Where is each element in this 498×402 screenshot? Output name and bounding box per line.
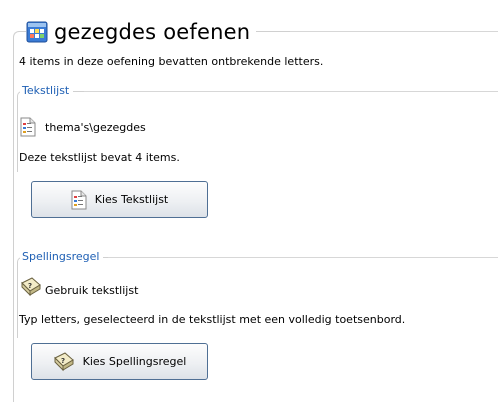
- choose-spelling-rule-label: Kies Spellingsregel: [82, 355, 187, 368]
- wordlist-info: Deze tekstlijst bevat 4 items.: [19, 151, 180, 164]
- wordlist-group-title: Tekstlijst: [20, 84, 74, 97]
- spelling-rule-name: Gebruik tekstlijst: [45, 284, 139, 297]
- exercise-summary: 4 items in deze oefening bevatten ontbre…: [19, 55, 324, 68]
- question-book-icon: ?: [20, 277, 42, 297]
- choose-wordlist-label: Kies Tekstlijst: [94, 193, 169, 206]
- title-separator: [290, 31, 498, 32]
- app-grid-icon: [26, 21, 48, 43]
- svg-text:?: ?: [28, 282, 32, 290]
- spelling-group-title: Spellingsregel: [20, 250, 104, 263]
- text-list-icon: [71, 190, 87, 210]
- spelling-rule-description: Typ letters, geselecteerd in de tekstlij…: [19, 313, 406, 326]
- page-title-text: gezegdes oefenen: [54, 20, 251, 44]
- choose-wordlist-button[interactable]: Kies Tekstlijst: [31, 181, 208, 218]
- page-title: gezegdes oefenen: [26, 16, 257, 48]
- text-list-icon: [20, 117, 36, 137]
- question-book-icon: ?: [53, 351, 75, 372]
- spelling-group-line: [108, 257, 498, 258]
- svg-text:?: ?: [61, 357, 65, 365]
- wordlist-path: thema's\gezegdes: [45, 121, 146, 134]
- choose-spelling-rule-button[interactable]: ? Kies Spellingsregel: [31, 343, 208, 380]
- wordlist-group-line: [84, 91, 498, 92]
